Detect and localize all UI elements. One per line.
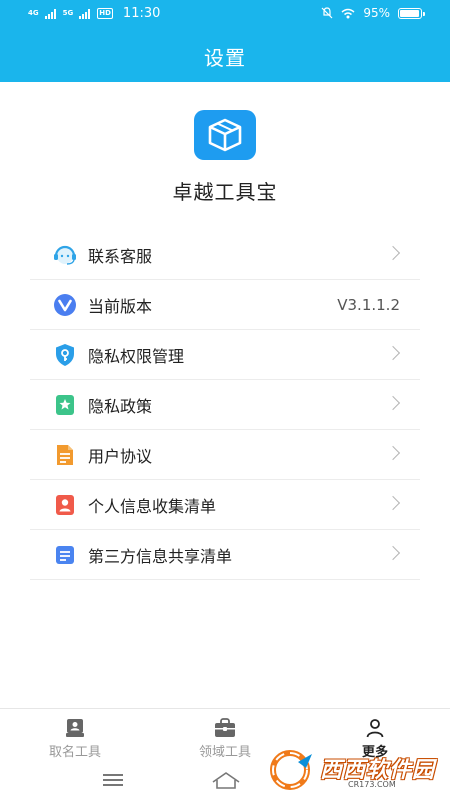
list-icon (52, 542, 78, 568)
briefcase-icon (175, 717, 275, 739)
menu-item-label: 个人信息收集清单 (88, 496, 217, 516)
menu-item-customer-service[interactable]: 联系客服 (30, 230, 420, 280)
chevron-right-icon (385, 395, 401, 411)
version-icon (52, 292, 78, 318)
menu-item-label: 用户协议 (88, 446, 153, 466)
mute-icon (321, 7, 333, 19)
watermark-subtext: CR173.COM (348, 780, 396, 789)
top-bar: 4G 5G HD 11:30 95% 设置 (0, 0, 450, 82)
chevron-right-icon (385, 245, 401, 261)
home-icon[interactable] (211, 770, 241, 794)
settings-menu: 联系客服 当前版本 V3.1.1.2 隐私权限管理 隐私政策 用户协议 个人信息… (30, 230, 420, 580)
page-title: 设置 (204, 46, 246, 70)
menu-item-label: 隐私政策 (88, 396, 153, 416)
tab-domain-tools[interactable]: 领域工具 (175, 717, 275, 760)
status-bar: 4G 5G HD 11:30 95% (0, 0, 450, 28)
watermark: 西西软件园 CR173.COM (268, 748, 438, 794)
shield-key-icon (52, 342, 78, 368)
menu-item-personal-info-list[interactable]: 个人信息收集清单 (30, 480, 420, 530)
box-icon (208, 118, 242, 152)
menu-item-third-party-sharing-list[interactable]: 第三方信息共享清单 (30, 530, 420, 580)
tab-label: 取名工具 (48, 745, 101, 760)
person-icon (52, 492, 78, 518)
version-value: V3.1.1.2 (337, 295, 400, 314)
menu-item-label: 当前版本 (88, 296, 153, 316)
status-time: 11:30 (122, 6, 161, 21)
person-outline-icon (325, 717, 425, 739)
customer-service-icon (52, 242, 78, 268)
tab-naming-tools[interactable]: 取名工具 (25, 717, 125, 760)
signal-icon (79, 8, 91, 19)
signal-icon (44, 8, 56, 19)
battery-icon (398, 7, 425, 19)
tab-label: 领域工具 (198, 745, 251, 760)
chevron-right-icon (385, 545, 401, 561)
watermark-logo-icon (270, 750, 312, 790)
menu-item-privacy-policy[interactable]: 隐私政策 (30, 380, 420, 430)
wifi-icon (341, 8, 355, 18)
signal-4g-indicator: 4G (28, 9, 39, 17)
chevron-right-icon (385, 445, 401, 461)
menu-item-label: 联系客服 (88, 246, 153, 266)
policy-icon (52, 392, 78, 418)
menu-item-label: 隐私权限管理 (88, 346, 185, 366)
chevron-right-icon (385, 345, 401, 361)
menu-icon[interactable] (103, 774, 123, 786)
menu-item-user-agreement[interactable]: 用户协议 (30, 430, 420, 480)
menu-item-privacy-permissions[interactable]: 隐私权限管理 (30, 330, 420, 380)
menu-item-label: 第三方信息共享清单 (88, 546, 233, 566)
app-name: 卓越工具宝 (172, 180, 278, 204)
chevron-right-icon (385, 495, 401, 511)
signal-5g-indicator: 5G (62, 9, 74, 17)
document-icon (52, 442, 78, 468)
naming-tool-icon (25, 717, 125, 739)
app-logo (194, 110, 256, 160)
hd-badge: HD (97, 8, 113, 19)
battery-percentage: 95% (363, 6, 390, 20)
menu-item-version[interactable]: 当前版本 V3.1.1.2 (30, 280, 420, 330)
